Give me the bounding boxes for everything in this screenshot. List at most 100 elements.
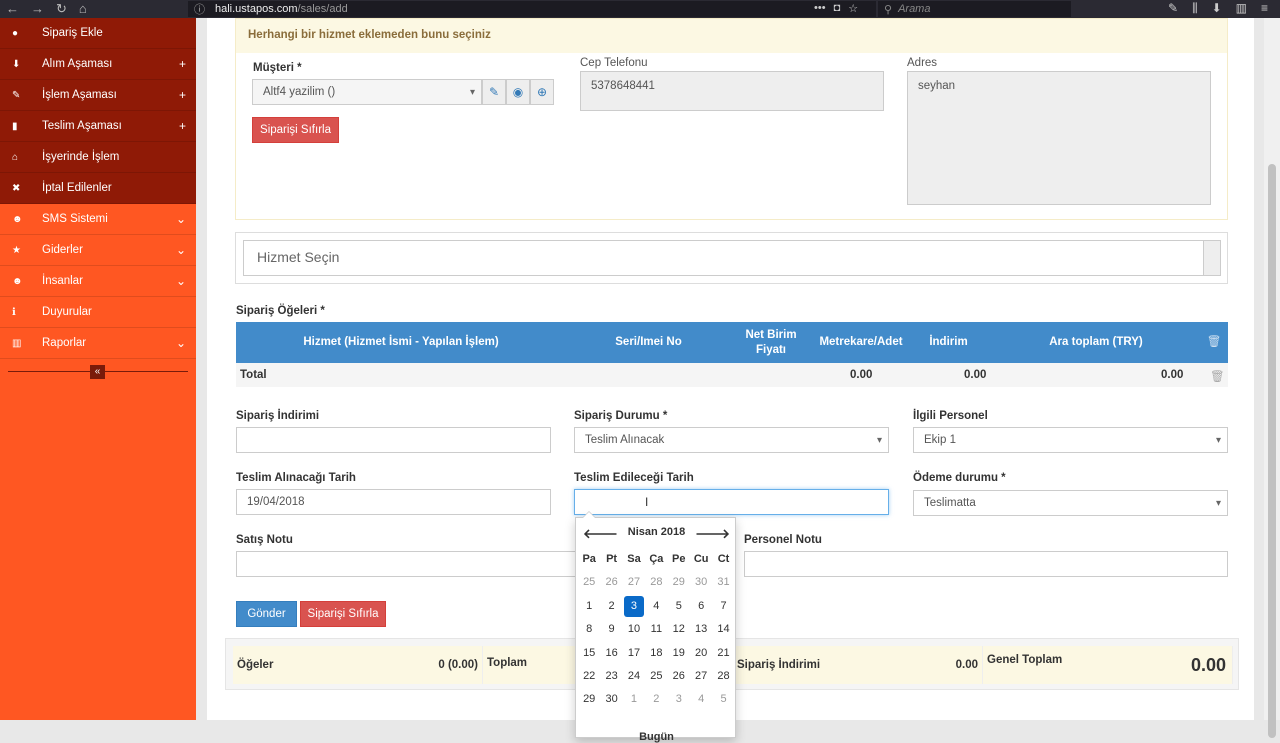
sidebar-item[interactable]: ✖ İptal Edilenler: [0, 173, 196, 204]
today-button[interactable]: Bugün: [576, 731, 737, 743]
address-field[interactable]: seyhan: [907, 71, 1211, 205]
search-input[interactable]: ⚲ Arama: [878, 1, 1071, 17]
forward-icon[interactable]: →: [31, 1, 44, 17]
bookmark-star-icon[interactable]: ☆: [848, 2, 858, 15]
info-icon: ℹ: [12, 306, 16, 318]
day-cell[interactable]: 27: [623, 571, 645, 594]
sidebar-item[interactable]: ● Sipariş Ekle: [0, 18, 196, 49]
day-cell[interactable]: 7: [712, 595, 734, 618]
pocket-icon[interactable]: ◘: [834, 2, 841, 15]
sidebar-item[interactable]: ℹ Duyurular: [0, 297, 196, 328]
day-cell[interactable]: 2: [645, 688, 667, 711]
day-cell[interactable]: 2: [600, 595, 622, 618]
day-cell[interactable]: 18: [645, 642, 667, 665]
next-month-icon[interactable]: 🡒: [695, 526, 730, 542]
day-cell[interactable]: 15: [578, 642, 600, 665]
day-cell[interactable]: 30: [600, 688, 622, 711]
day-cell[interactable]: 12: [668, 618, 690, 641]
day-cell[interactable]: 28: [645, 571, 667, 594]
staff-select[interactable]: Ekip 1: [913, 427, 1228, 453]
view-customer-button[interactable]: ◉: [506, 79, 530, 105]
col-quantity: Metrekare/Adet: [819, 336, 903, 349]
day-cell[interactable]: 3: [668, 688, 690, 711]
day-cell[interactable]: 4: [645, 595, 667, 618]
day-cell[interactable]: 25: [578, 571, 600, 594]
submit-button[interactable]: Gönder: [236, 601, 297, 627]
day-cell[interactable]: 19: [668, 642, 690, 665]
add-customer-button[interactable]: ⊕: [530, 79, 554, 105]
day-cell[interactable]: 11: [645, 618, 667, 641]
payment-status-label: Ödeme durumu *: [913, 472, 1006, 484]
scrollbar-thumb[interactable]: [1268, 164, 1276, 738]
day-cell[interactable]: 29: [668, 571, 690, 594]
reset-order-button-bottom[interactable]: Siparişi Sıfırla: [300, 601, 386, 627]
pickup-date-input[interactable]: 19/04/2018: [236, 489, 551, 515]
day-cell[interactable]: 20: [690, 642, 712, 665]
edit-customer-button[interactable]: ✎: [482, 79, 506, 105]
day-cell[interactable]: 26: [600, 571, 622, 594]
day-cell[interactable]: 5: [712, 688, 734, 711]
selected-day[interactable]: 3: [623, 595, 645, 618]
sidebar-item[interactable]: ▮ Teslim Aşaması +: [0, 111, 196, 142]
sidebar-item[interactable]: ★ Giderler ⌄: [0, 235, 196, 266]
day-cell[interactable]: 5: [668, 595, 690, 618]
summary-items-label: Öğeler: [237, 659, 274, 671]
day-cell[interactable]: 8: [578, 618, 600, 641]
trash-icon[interactable]: 🗑: [1204, 322, 1224, 363]
sidebar-item[interactable]: ⬇ Alım Aşaması +: [0, 49, 196, 80]
home-icon[interactable]: ⌂: [79, 1, 87, 17]
reset-order-button[interactable]: Siparişi Sıfırla: [252, 117, 339, 143]
day-cell[interactable]: 23: [600, 665, 622, 688]
day-cell[interactable]: 25: [645, 665, 667, 688]
page-actions-icon[interactable]: •••: [814, 2, 826, 15]
staff-note-input[interactable]: [744, 551, 1228, 577]
day-cell[interactable]: 22: [578, 665, 600, 688]
page-scrollbar[interactable]: [1264, 18, 1280, 738]
day-cell[interactable]: 21: [712, 642, 734, 665]
payment-status-select[interactable]: Teslimatta: [913, 490, 1228, 516]
day-cell[interactable]: 14: [712, 618, 734, 641]
day-cell[interactable]: 27: [690, 665, 712, 688]
back-icon[interactable]: ←: [6, 1, 19, 17]
sidebar-item[interactable]: ☻ SMS Sistemi ⌄: [0, 204, 196, 235]
phone-field[interactable]: 5378648441: [580, 71, 884, 111]
day-cell[interactable]: 30: [690, 571, 712, 594]
day-cell[interactable]: 28: [712, 665, 734, 688]
tools-icon[interactable]: ✎: [1168, 1, 1178, 16]
order-status-select[interactable]: Teslim Alınacak: [574, 427, 889, 453]
address-bar[interactable]: ⓘ hali.ustapos.com/sales/add: [188, 1, 876, 17]
collapse-sidebar-icon[interactable]: «: [90, 365, 105, 379]
sidebar-item[interactable]: ⌂ İşyerinde İşlem: [0, 142, 196, 173]
library-icon[interactable]: ⫼: [1192, 1, 1198, 16]
delivery-date-input[interactable]: [574, 489, 889, 515]
day-cell[interactable]: 26: [668, 665, 690, 688]
sidebar-icon[interactable]: ▥: [1236, 1, 1247, 16]
day-cell[interactable]: 6: [690, 595, 712, 618]
day-cell[interactable]: 10: [623, 618, 645, 641]
menu-icon[interactable]: ≡: [1261, 1, 1268, 16]
sidebar-item[interactable]: ☻ İnsanlar ⌄: [0, 266, 196, 297]
service-select[interactable]: Hizmet Seçin: [243, 240, 1204, 276]
info-icon[interactable]: ⓘ: [194, 1, 205, 17]
day-cell[interactable]: 31: [712, 571, 734, 594]
day-cell[interactable]: 1: [623, 688, 645, 711]
sidebar-item[interactable]: ▥ Raporlar ⌄: [0, 328, 196, 359]
customer-select[interactable]: Altf4 yazilim (): [252, 79, 482, 105]
day-cell[interactable]: 1: [578, 595, 600, 618]
day-cell[interactable]: 24: [623, 665, 645, 688]
day-cell[interactable]: 9: [600, 618, 622, 641]
sales-note-input[interactable]: [236, 551, 581, 577]
day-cell[interactable]: 17: [623, 642, 645, 665]
sidebar-item-label: Teslim Aşaması: [42, 120, 122, 132]
order-discount-input[interactable]: [236, 427, 551, 453]
download-icon[interactable]: ⬇: [1212, 1, 1222, 16]
reload-icon[interactable]: ↻: [56, 1, 67, 17]
day-cell[interactable]: 4: [690, 688, 712, 711]
day-cell[interactable]: 29: [578, 688, 600, 711]
service-select-addon[interactable]: [1203, 240, 1221, 276]
trash-icon[interactable]: 🗑: [1210, 369, 1225, 383]
address-label: Adres: [907, 57, 938, 69]
day-cell[interactable]: 16: [600, 642, 622, 665]
day-cell[interactable]: 13: [690, 618, 712, 641]
sidebar-item[interactable]: ✎ İşlem Aşaması +: [0, 80, 196, 111]
